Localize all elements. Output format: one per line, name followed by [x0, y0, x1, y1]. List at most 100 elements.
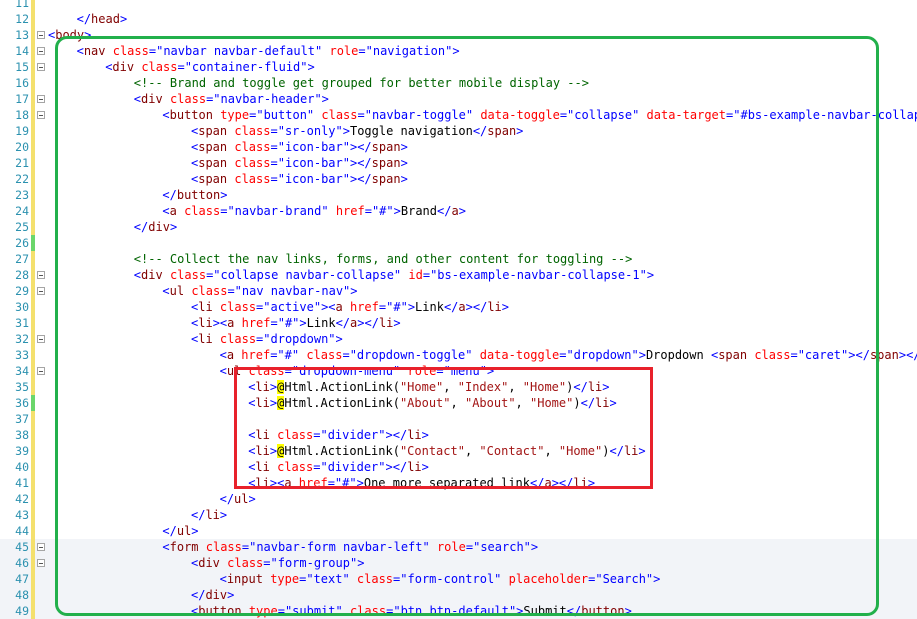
code-text[interactable]: </head>: [77, 11, 128, 27]
code-line[interactable]: 23 </button>: [0, 187, 917, 203]
line-number: 14: [15, 44, 29, 58]
code-line[interactable]: 21 <span class="icon-bar"></span>: [0, 155, 917, 171]
code-text[interactable]: <li class="dropdown">: [191, 331, 343, 347]
code-text[interactable]: </button>: [162, 187, 227, 203]
code-line[interactable]: 28 <div class="collapse navbar-collapse" …: [0, 267, 917, 283]
collapse-icon[interactable]: [37, 47, 45, 55]
code-text[interactable]: </div>: [191, 587, 234, 603]
code-text[interactable]: <form class="navbar-form navbar-left" ro…: [162, 539, 538, 555]
change-indicator: [31, 427, 35, 443]
code-line[interactable]: 18 <button type="button" class="navbar-to…: [0, 107, 917, 123]
code-line[interactable]: 44 </ul>: [0, 523, 917, 539]
code-line[interactable]: 43 </li>: [0, 507, 917, 523]
code-text[interactable]: <li>@Html.ActionLink("About", "About", "…: [248, 395, 617, 411]
collapse-icon[interactable]: [37, 559, 45, 567]
code-text[interactable]: <span class="icon-bar"></span>: [191, 139, 408, 155]
change-indicator: [31, 27, 35, 43]
code-text[interactable]: <li class="divider"></li>: [248, 427, 429, 443]
collapse-icon[interactable]: [37, 335, 45, 343]
code-text[interactable]: <li class="active"><a href="#">Link</a><…: [191, 299, 509, 315]
code-text[interactable]: <button type="button" class="navbar-togg…: [162, 107, 917, 123]
code-line[interactable]: 48 </div>: [0, 587, 917, 603]
code-text[interactable]: <!-- Brand and toggle get grouped for be…: [134, 75, 589, 91]
line-number: 37: [15, 412, 29, 426]
code-text[interactable]: <span class="icon-bar"></span>: [191, 155, 408, 171]
code-text[interactable]: <li>@Html.ActionLink("Home", "Index", "H…: [248, 379, 610, 395]
line-number: 25: [15, 220, 29, 234]
code-line[interactable]: 46 <div class="form-group">: [0, 555, 917, 571]
code-text[interactable]: <!-- Collect the nav links, forms, and o…: [134, 251, 633, 267]
code-line[interactable]: 47 <input type="text" class="form-control…: [0, 571, 917, 587]
code-line[interactable]: 25 </div>: [0, 219, 917, 235]
code-text[interactable]: <a href="#" class="dropdown-toggle" data…: [220, 347, 917, 363]
code-text[interactable]: <input type="text" class="form-control" …: [220, 571, 661, 587]
code-line[interactable]: 13 <body>: [0, 27, 917, 43]
code-line[interactable]: 36 <li>@Html.ActionLink("About", "About",…: [0, 395, 917, 411]
collapse-icon[interactable]: [37, 95, 45, 103]
code-text[interactable]: <div class="collapse navbar-collapse" id…: [134, 267, 654, 283]
code-text[interactable]: <div class="form-group">: [191, 555, 364, 571]
code-text[interactable]: <span class="icon-bar"></span>: [191, 171, 408, 187]
change-indicator: [31, 523, 35, 539]
code-line[interactable]: 41 <li><a href="#">One more separated lin…: [0, 475, 917, 491]
code-text[interactable]: <ul class="dropdown-menu" role="menu">: [220, 363, 495, 379]
code-line[interactable]: 40 <li class="divider"></li>: [0, 459, 917, 475]
code-line[interactable]: 35 <li>@Html.ActionLink("Home", "Index", …: [0, 379, 917, 395]
code-text[interactable]: [77, 0, 106, 11]
code-text[interactable]: </ul>: [220, 491, 256, 507]
code-text[interactable]: <a class="navbar-brand" href="#">Brand</…: [162, 203, 466, 219]
code-line[interactable]: 38 <li class="divider"></li>: [0, 427, 917, 443]
code-line[interactable]: 42 </ul>: [0, 491, 917, 507]
code-line[interactable]: 11: [0, 0, 917, 11]
collapse-icon[interactable]: [37, 271, 45, 279]
code-line[interactable]: 27 <!-- Collect the nav links, forms, and…: [0, 251, 917, 267]
code-line[interactable]: 15 <div class="container-fluid">: [0, 59, 917, 75]
code-text[interactable]: <li><a href="#">One more separated link<…: [248, 475, 595, 491]
code-line[interactable]: 37: [0, 411, 917, 427]
code-line[interactable]: 16 <!-- Brand and toggle get grouped for …: [0, 75, 917, 91]
code-line[interactable]: 17 <div class="navbar-header">: [0, 91, 917, 107]
code-text[interactable]: <span class="sr-only">Toggle navigation<…: [191, 123, 523, 139]
code-text[interactable]: <body>: [48, 27, 91, 43]
code-text[interactable]: </li>: [191, 507, 227, 523]
code-text[interactable]: <div class="navbar-header">: [134, 91, 329, 107]
code-editor[interactable]: 11 12 </head> 13 <body> 14 <nav class="navbar…: [0, 0, 917, 619]
code-text[interactable]: <nav class="navbar navbar-default" role=…: [77, 43, 460, 59]
code-text[interactable]: <ul class="nav navbar-nav">: [162, 283, 357, 299]
collapse-icon[interactable]: [37, 111, 45, 119]
code-line[interactable]: 34 <ul class="dropdown-menu" role="menu">: [0, 363, 917, 379]
code-line[interactable]: 19 <span class="sr-only">Toggle navigatio…: [0, 123, 917, 139]
change-indicator: [31, 203, 35, 219]
code-line[interactable]: 12 </head>: [0, 11, 917, 27]
code-line[interactable]: 30 <li class="active"><a href="#">Link</a…: [0, 299, 917, 315]
line-number: 33: [15, 348, 29, 362]
collapse-icon[interactable]: [37, 63, 45, 71]
change-indicator: [31, 603, 35, 619]
code-line[interactable]: 24 <a class="navbar-brand" href="#">Brand…: [0, 203, 917, 219]
change-indicator: [31, 251, 35, 267]
code-text[interactable]: <div class="container-fluid">: [105, 59, 315, 75]
collapse-icon[interactable]: [37, 287, 45, 295]
code-text[interactable]: <li>@Html.ActionLink("Contact", "Contact…: [248, 443, 646, 459]
code-line[interactable]: 39 <li>@Html.ActionLink("Contact", "Conta…: [0, 443, 917, 459]
change-indicator: [31, 491, 35, 507]
code-line[interactable]: 49 <button type="submit" class="btn btn-d…: [0, 603, 917, 619]
code-line[interactable]: 29 <ul class="nav navbar-nav">: [0, 283, 917, 299]
code-line[interactable]: 32 <li class="dropdown">: [0, 331, 917, 347]
code-text[interactable]: </div>: [134, 219, 177, 235]
code-text[interactable]: <button type="submit" class="btn btn-def…: [191, 603, 632, 619]
collapse-icon[interactable]: [37, 31, 45, 39]
code-line[interactable]: 20 <span class="icon-bar"></span>: [0, 139, 917, 155]
code-line[interactable]: 26: [0, 235, 917, 251]
collapse-icon[interactable]: [37, 543, 45, 551]
code-line[interactable]: 22 <span class="icon-bar"></span>: [0, 171, 917, 187]
change-indicator: [31, 283, 35, 299]
code-text[interactable]: <li class="divider"></li>: [248, 459, 429, 475]
code-text[interactable]: <li><a href="#">Link</a></li>: [191, 315, 401, 331]
code-line[interactable]: 14 <nav class="navbar navbar-default" rol…: [0, 43, 917, 59]
code-line[interactable]: 33 <a href="#" class="dropdown-toggle" da…: [0, 347, 917, 363]
collapse-icon[interactable]: [37, 367, 45, 375]
code-text[interactable]: </ul>: [162, 523, 198, 539]
code-line[interactable]: 31 <li><a href="#">Link</a></li>: [0, 315, 917, 331]
code-line[interactable]: 45 <form class="navbar-form navbar-left" …: [0, 539, 917, 555]
